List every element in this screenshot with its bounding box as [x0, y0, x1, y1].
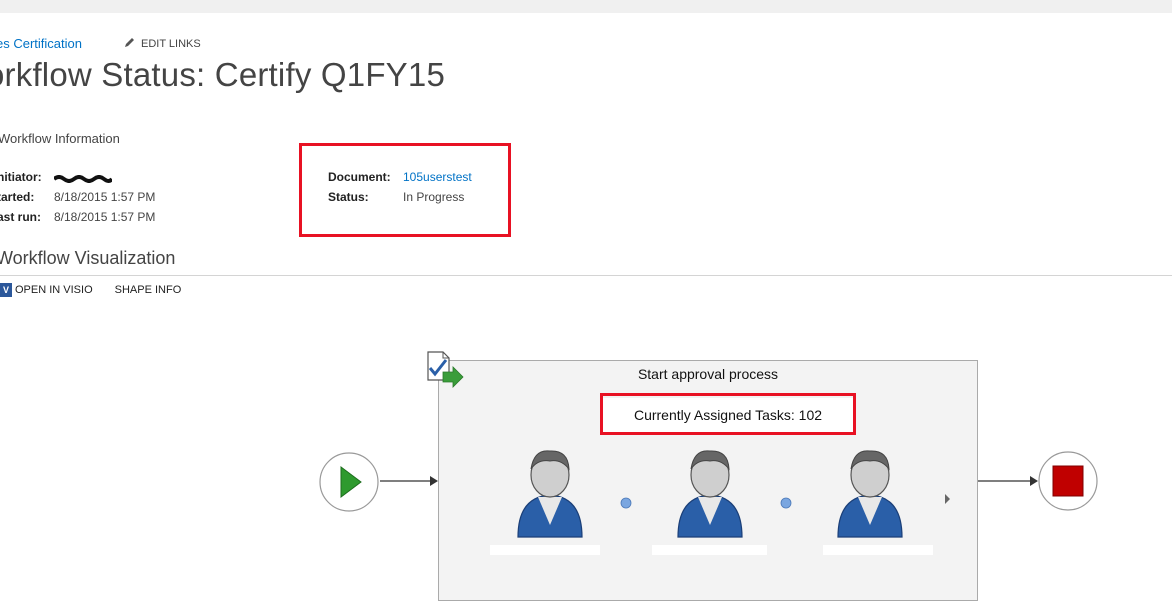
user-name-redacted [652, 545, 767, 555]
user-icon [516, 447, 584, 544]
user-icon [676, 447, 744, 544]
user-icon [836, 447, 904, 544]
connector-lines [380, 476, 1038, 509]
user-name-redacted [823, 545, 933, 555]
user-name-redacted [490, 545, 600, 555]
